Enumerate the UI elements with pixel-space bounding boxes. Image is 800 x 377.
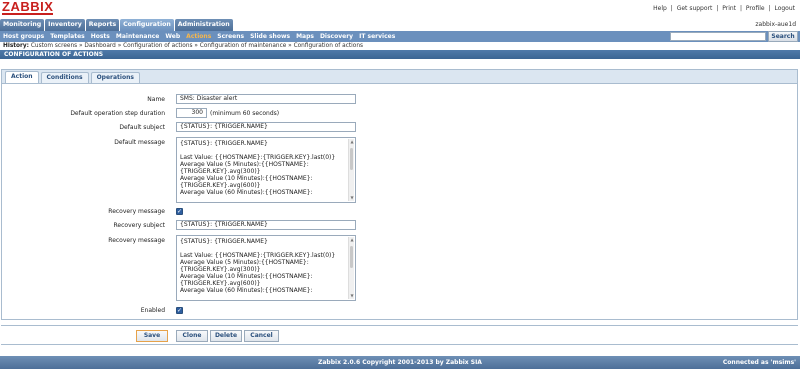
scroll-down-icon[interactable]: ▼	[349, 293, 355, 299]
message-line: {TRIGGER.KEY}.avg(600)}	[180, 182, 261, 189]
message-line: {TRIGGER.KEY}.avg(600)}	[180, 280, 261, 287]
scroll-up-icon[interactable]: ▲	[349, 237, 355, 243]
step-duration-label: Default operation step duration	[70, 110, 165, 117]
submenu-discovery[interactable]: Discovery	[317, 33, 356, 40]
page-title: CONFIGURATION OF ACTIONS	[0, 50, 800, 59]
tab-conditions[interactable]: Conditions	[40, 72, 89, 83]
message-line: Last Value: {{HOSTNAME}:{TRIGGER.KEY}.la…	[180, 154, 336, 161]
submenu-web[interactable]: Web	[162, 33, 183, 40]
scroll-thumb[interactable]	[350, 148, 353, 170]
submenu-actions[interactable]: Actions	[183, 33, 214, 40]
tab-action[interactable]: Action	[5, 71, 39, 83]
default-subject-label: Default subject	[119, 124, 165, 131]
scroll-up-icon[interactable]: ▲	[349, 139, 355, 145]
message-line: ​	[180, 147, 352, 154]
textarea-scrollbar[interactable]: ▲ ▼	[348, 139, 354, 201]
enabled-label: Enabled	[140, 307, 165, 314]
link-separator: |	[768, 5, 771, 12]
link-separator: |	[716, 5, 719, 12]
profile-link[interactable]: Profile	[746, 5, 765, 12]
submenu-it-services[interactable]: IT services	[356, 33, 398, 40]
tab-operations[interactable]: Operations	[90, 72, 140, 83]
menu-inventory[interactable]: Inventory	[45, 19, 85, 31]
message-line: {TRIGGER.KEY}.avg(300)}	[180, 168, 261, 175]
menu-reports[interactable]: Reports	[85, 19, 120, 31]
enabled-checkbox[interactable]: ✓	[176, 307, 183, 314]
step-duration-hint: (minimum 60 seconds)	[210, 110, 280, 117]
scroll-down-icon[interactable]: ▼	[349, 195, 355, 201]
cancel-button[interactable]: Cancel	[244, 330, 279, 342]
recovery-subject-label: Recovery subject	[113, 222, 165, 229]
recovery-message-textarea-label: Recovery message	[108, 237, 165, 244]
message-line: Average Value (5 Minutes):{{HOSTNAME}:	[180, 259, 309, 266]
name-label: Name	[147, 96, 165, 103]
zabbix-logo[interactable]: ZABBIX	[2, 0, 54, 15]
menu-administration[interactable]: Administration	[174, 19, 233, 31]
footer: Zabbix 2.0.6 Copyright 2001-2013 by Zabb…	[0, 356, 800, 369]
form-tabs: Action Conditions Operations	[2, 70, 797, 84]
recovery-subject-input[interactable]: {STATUS}: {TRIGGER.NAME}	[176, 220, 356, 230]
default-subject-input[interactable]: {STATUS}: {TRIGGER.NAME}	[176, 122, 356, 132]
server-name: zabbix-aue1d	[755, 21, 796, 28]
menu-configuration[interactable]: Configuration	[120, 19, 174, 31]
submenu-slide-shows[interactable]: Slide shows	[247, 33, 293, 40]
name-input[interactable]: SMS: Disaster alert	[176, 94, 356, 104]
link-separator: |	[670, 5, 673, 12]
recovery-message-label: Recovery message	[108, 208, 165, 215]
default-message-textarea[interactable]: {STATUS}: {TRIGGER.NAME} ​ Last Value: {…	[176, 137, 356, 203]
save-button[interactable]: Save	[136, 330, 168, 342]
textarea-scrollbar[interactable]: ▲ ▼	[348, 237, 354, 299]
main-menu: Monitoring Inventory Reports Configurati…	[0, 17, 800, 31]
connected-as: Connected as 'msims'	[722, 359, 796, 366]
message-line: Average Value (10 Minutes):{{HOSTNAME}:	[180, 273, 313, 280]
search-button[interactable]: Search	[768, 31, 798, 42]
submenu-host-groups[interactable]: Host groups	[0, 33, 47, 40]
message-line: {TRIGGER.KEY}.avg(300)}	[180, 266, 261, 273]
message-line: ​	[180, 245, 352, 252]
default-message-label: Default message	[114, 139, 165, 146]
breadcrumb: History: Custom screens » Dashboard » Co…	[0, 42, 800, 50]
get-support-link[interactable]: Get support	[677, 5, 713, 12]
submenu-screens[interactable]: Screens	[214, 33, 247, 40]
recovery-message-checkbox[interactable]: ✓	[176, 208, 183, 215]
help-link[interactable]: Help	[653, 5, 667, 12]
print-link[interactable]: Print	[722, 5, 736, 12]
menu-monitoring[interactable]: Monitoring	[0, 19, 45, 31]
message-line: Last Value: {{HOSTNAME}:{TRIGGER.KEY}.la…	[180, 252, 336, 259]
action-form-panel: Action Conditions Operations Name SMS: D…	[1, 69, 798, 320]
delete-button[interactable]: Delete	[210, 330, 242, 342]
submenu-maps[interactable]: Maps	[293, 33, 317, 40]
message-line: {STATUS}: {TRIGGER.NAME}	[180, 140, 268, 147]
submenu-maintenance[interactable]: Maintenance	[113, 33, 163, 40]
form-button-bar: Save Clone Delete Cancel	[1, 325, 798, 345]
message-line: Average Value (60 Minutes):{{HOSTNAME}:	[180, 287, 313, 294]
sub-menu: Host groups Templates Hosts Maintenance …	[0, 31, 800, 42]
footer-copyright: Zabbix 2.0.6 Copyright 2001-2013 by Zabb…	[318, 359, 482, 366]
message-line: Average Value (5 Minutes):{{HOSTNAME}:	[180, 161, 309, 168]
history-path[interactable]: Custom screens » Dashboard » Configurati…	[31, 43, 363, 49]
message-line: Average Value (60 Minutes):{{HOSTNAME}:	[180, 189, 313, 196]
message-line: {STATUS}: {TRIGGER.NAME}	[180, 238, 268, 245]
clone-button[interactable]: Clone	[176, 330, 208, 342]
step-duration-input[interactable]: 300	[176, 108, 207, 118]
history-label: History:	[3, 43, 29, 49]
link-separator: |	[739, 5, 742, 12]
scroll-thumb[interactable]	[350, 246, 353, 268]
submenu-templates[interactable]: Templates	[47, 33, 88, 40]
top-links: Help | Get support | Print | Profile | L…	[652, 5, 796, 12]
search-input[interactable]	[670, 32, 766, 41]
recovery-message-textarea[interactable]: {STATUS}: {TRIGGER.NAME} ​ Last Value: {…	[176, 235, 356, 301]
top-bar: ZABBIX Help | Get support | Print | Prof…	[0, 0, 800, 16]
logout-link[interactable]: Logout	[774, 5, 795, 12]
submenu-hosts[interactable]: Hosts	[88, 33, 113, 40]
message-line: Average Value (10 Minutes):{{HOSTNAME}:	[180, 175, 313, 182]
